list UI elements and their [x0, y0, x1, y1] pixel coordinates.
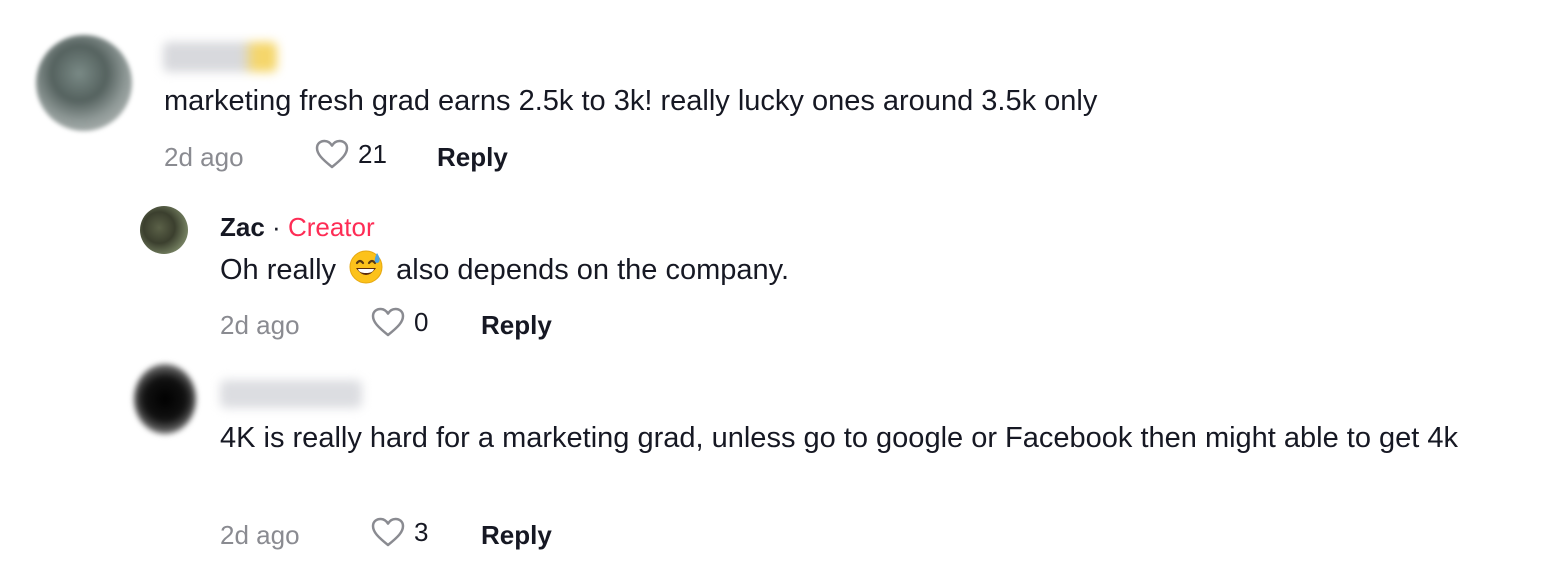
- like-button[interactable]: 21: [314, 138, 387, 170]
- comment-text: 4K is really hard for a marketing grad, …: [220, 422, 1459, 454]
- separator: ·: [272, 212, 281, 242]
- avatar[interactable]: [36, 35, 132, 131]
- comment-text: marketing fresh grad earns 2.5k to 3k! r…: [164, 85, 1098, 117]
- creator-badge: Creator: [287, 212, 375, 242]
- avatar[interactable]: [134, 364, 196, 434]
- comment-timestamp: 2d ago: [164, 142, 244, 172]
- reply-button[interactable]: Reply: [437, 142, 508, 173]
- heart-icon: [315, 139, 349, 169]
- like-count: 0: [414, 306, 429, 337]
- like-count: 21: [358, 138, 387, 169]
- heart-icon: [371, 517, 405, 547]
- comment-timestamp: 2d ago: [220, 520, 300, 550]
- username-line: Zac · Creator: [220, 212, 375, 243]
- comment-timestamp: 2d ago: [220, 310, 300, 340]
- like-count: 3: [414, 516, 429, 547]
- reply-item: Zac · Creator Oh really also depends on …: [0, 190, 1566, 360]
- heart-icon: [371, 307, 405, 337]
- reply-button[interactable]: Reply: [481, 310, 552, 341]
- comment-item: marketing fresh grad earns 2.5k to 3k! r…: [0, 0, 1566, 190]
- username[interactable]: [220, 380, 362, 408]
- avatar[interactable]: [140, 206, 188, 254]
- reply-button[interactable]: Reply: [481, 520, 552, 551]
- comment-text: Oh really also depends on the company.: [220, 249, 1520, 291]
- username[interactable]: [163, 42, 277, 72]
- comment-text-before: Oh really: [220, 254, 337, 286]
- comment-text-after: also depends on the company.: [396, 254, 790, 286]
- like-button[interactable]: 0: [370, 306, 428, 338]
- username[interactable]: Zac: [220, 212, 265, 242]
- reply-item: 4K is really hard for a marketing grad, …: [0, 360, 1566, 574]
- grinning-face-with-sweat-icon: [349, 250, 383, 284]
- like-button[interactable]: 3: [370, 516, 428, 548]
